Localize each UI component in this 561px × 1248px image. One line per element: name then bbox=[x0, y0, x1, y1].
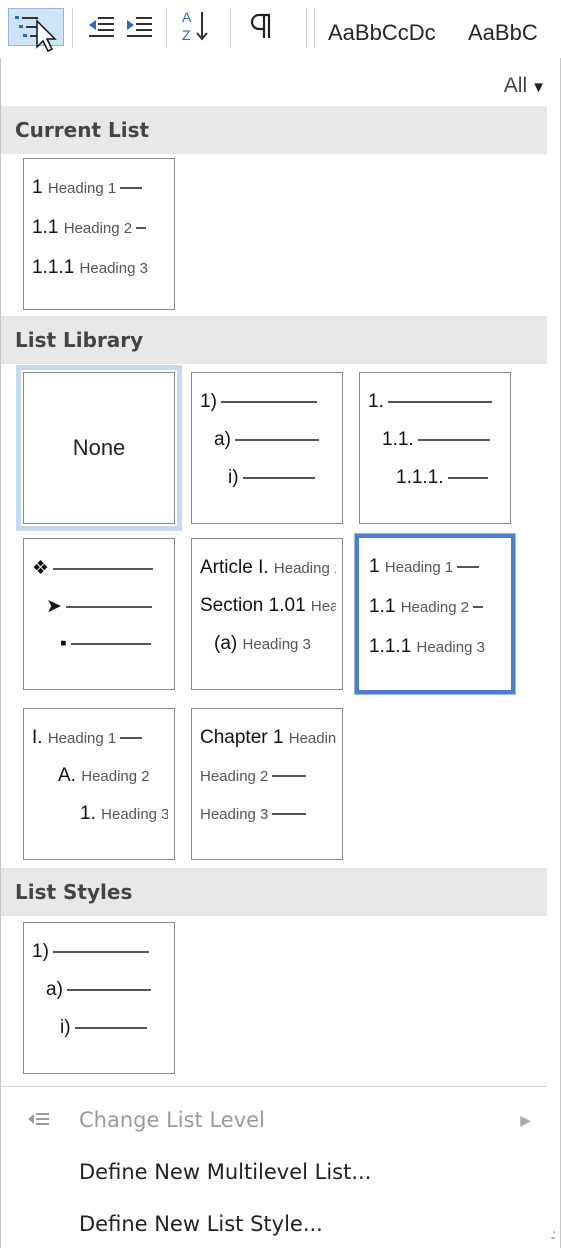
mouse-pointer-icon bbox=[36, 19, 57, 53]
ribbon-separator bbox=[230, 8, 231, 48]
list-library-chapter-tile[interactable]: Chapter 1 Heading 1 Heading 2 Heading 3 bbox=[191, 708, 343, 860]
square-bullet-icon: ▪ bbox=[60, 633, 67, 654]
svg-text:Z: Z bbox=[182, 27, 191, 43]
list-level-number: a) bbox=[46, 979, 63, 1000]
list-level-text: Heading 3 bbox=[200, 806, 269, 823]
list-level-number: 1. bbox=[80, 803, 96, 824]
define-list-style-label: Define New List Style... bbox=[79, 1212, 323, 1236]
list-level-number: (a) bbox=[214, 633, 238, 654]
list-level-text: Heading 2 bbox=[400, 599, 470, 616]
ribbon-separator bbox=[72, 8, 73, 48]
list-level-number: Article I. bbox=[200, 557, 269, 578]
list-level-number: 1.1.1. bbox=[396, 467, 444, 488]
svg-text:A: A bbox=[182, 9, 192, 25]
list-level-number: 1.1 bbox=[369, 596, 396, 617]
diamond-bullet-icon: ❖ bbox=[32, 558, 50, 579]
define-multilevel-list-menu-item[interactable]: Define New Multilevel List... bbox=[1, 1150, 547, 1196]
filter-dropdown[interactable]: All ▼ bbox=[504, 74, 546, 98]
list-library-dotted-tile[interactable]: 1. 1.1. 1.1.1. bbox=[359, 372, 511, 524]
define-multilevel-list-label: Define New Multilevel List... bbox=[79, 1160, 372, 1184]
list-level-text: Heading 2 bbox=[63, 220, 133, 237]
list-level-number: 1.1. bbox=[382, 429, 414, 450]
chevron-right-icon: ▶ bbox=[520, 1112, 531, 1128]
list-level-text: Heading 1 bbox=[288, 730, 336, 747]
list-level-text: Heading 3 bbox=[242, 636, 311, 653]
list-level-number: I. bbox=[32, 727, 43, 748]
change-list-level-menu-item[interactable]: Change List Level ▶ bbox=[1, 1098, 547, 1144]
list-level-text: Heading 1 bbox=[273, 560, 336, 577]
multilevel-list-gallery: All ▼ Current List 1 Heading 1 1.1 Headin… bbox=[0, 58, 561, 1248]
change-level-icon bbox=[28, 1113, 49, 1125]
increase-indent-button[interactable] bbox=[124, 8, 156, 46]
list-level-number: i) bbox=[228, 467, 239, 488]
caret-down-icon: ▼ bbox=[531, 79, 546, 96]
arrow-bullet-icon: ➤ bbox=[46, 596, 62, 617]
list-level-number: A. bbox=[58, 765, 76, 786]
change-list-level-label: Change List Level bbox=[79, 1108, 265, 1132]
list-library-none-tile[interactable]: None bbox=[16, 365, 182, 531]
style-preview-normal[interactable]: AaBbCcDc bbox=[328, 20, 436, 46]
list-library-paren-tile[interactable]: 1) a) i) bbox=[191, 372, 343, 524]
ribbon-separator bbox=[166, 8, 167, 48]
list-level-number: 1.1.1 bbox=[369, 636, 412, 657]
list-level-number: 1 bbox=[369, 556, 380, 577]
list-level-number: Section 1.01 bbox=[200, 595, 306, 616]
list-level-text: Heading 3 bbox=[416, 639, 485, 656]
list-level-text: Heading 1 bbox=[47, 730, 117, 747]
list-level-number: 1) bbox=[32, 941, 49, 962]
list-library-roman-tile[interactable]: I. Heading 1 A. Heading 2 1. Heading 3 bbox=[23, 708, 175, 860]
list-level-text: Heading 2 bbox=[81, 768, 150, 785]
list-level-number: i) bbox=[60, 1017, 71, 1038]
multilevel-list-button[interactable] bbox=[8, 8, 64, 53]
decrease-indent-icon bbox=[89, 17, 114, 37]
filter-label: All bbox=[503, 74, 528, 97]
style-preview-no-spacing[interactable]: AaBbC bbox=[468, 20, 538, 46]
list-level-number: 1.1.1 bbox=[32, 257, 75, 278]
current-list-tile[interactable]: 1 Heading 1 1.1 Heading 2 1.1.1 Heading … bbox=[23, 158, 175, 310]
list-style-tile[interactable]: 1) a) i) bbox=[23, 922, 175, 1074]
ribbon-paragraph-group: A Z AaBbCcDc AaBbC bbox=[0, 0, 561, 59]
sort-icon: A Z bbox=[182, 9, 208, 43]
show-formatting-button[interactable] bbox=[246, 8, 282, 46]
section-current-list: Current List bbox=[1, 106, 547, 154]
list-library-bullet-tile[interactable]: ❖ ➤ ▪ bbox=[23, 538, 175, 690]
list-level-text: Heading 1 bbox=[47, 180, 117, 197]
sort-button[interactable]: A Z bbox=[180, 8, 220, 46]
list-level-text: Heading 1 bbox=[384, 559, 454, 576]
list-library-article-tile[interactable]: Article I. Heading 1 Section 1.01 Headin… bbox=[191, 538, 343, 690]
list-level-text: Heading 2 bbox=[310, 598, 336, 615]
resize-grip-icon[interactable]: .: bbox=[550, 1226, 556, 1242]
list-level-text: Heading 3 bbox=[79, 260, 148, 277]
decrease-indent-button[interactable] bbox=[86, 8, 118, 46]
ribbon-separator bbox=[314, 8, 315, 48]
define-list-style-menu-item[interactable]: Define New List Style... bbox=[1, 1202, 547, 1248]
pilcrow-icon bbox=[250, 13, 271, 38]
section-list-library: List Library bbox=[1, 316, 547, 364]
ribbon-separator bbox=[306, 8, 307, 48]
list-level-text: Heading 3 bbox=[101, 806, 168, 823]
list-level-number: a) bbox=[214, 429, 231, 450]
menu-separator bbox=[1, 1086, 547, 1087]
none-label: None bbox=[72, 435, 126, 460]
list-library-heading-tile[interactable]: 1 Heading 1 1.1 Heading 2 1.1.1 Heading … bbox=[355, 534, 515, 694]
list-level-number: 1 bbox=[32, 177, 43, 198]
increase-indent-icon bbox=[127, 17, 152, 37]
section-list-styles: List Styles bbox=[1, 868, 547, 916]
list-level-number: 1. bbox=[368, 391, 384, 412]
list-level-text: Heading 2 bbox=[200, 768, 269, 785]
list-level-number: Chapter 1 bbox=[200, 727, 284, 748]
list-level-number: 1) bbox=[200, 391, 217, 412]
list-level-number: 1.1 bbox=[32, 217, 59, 238]
